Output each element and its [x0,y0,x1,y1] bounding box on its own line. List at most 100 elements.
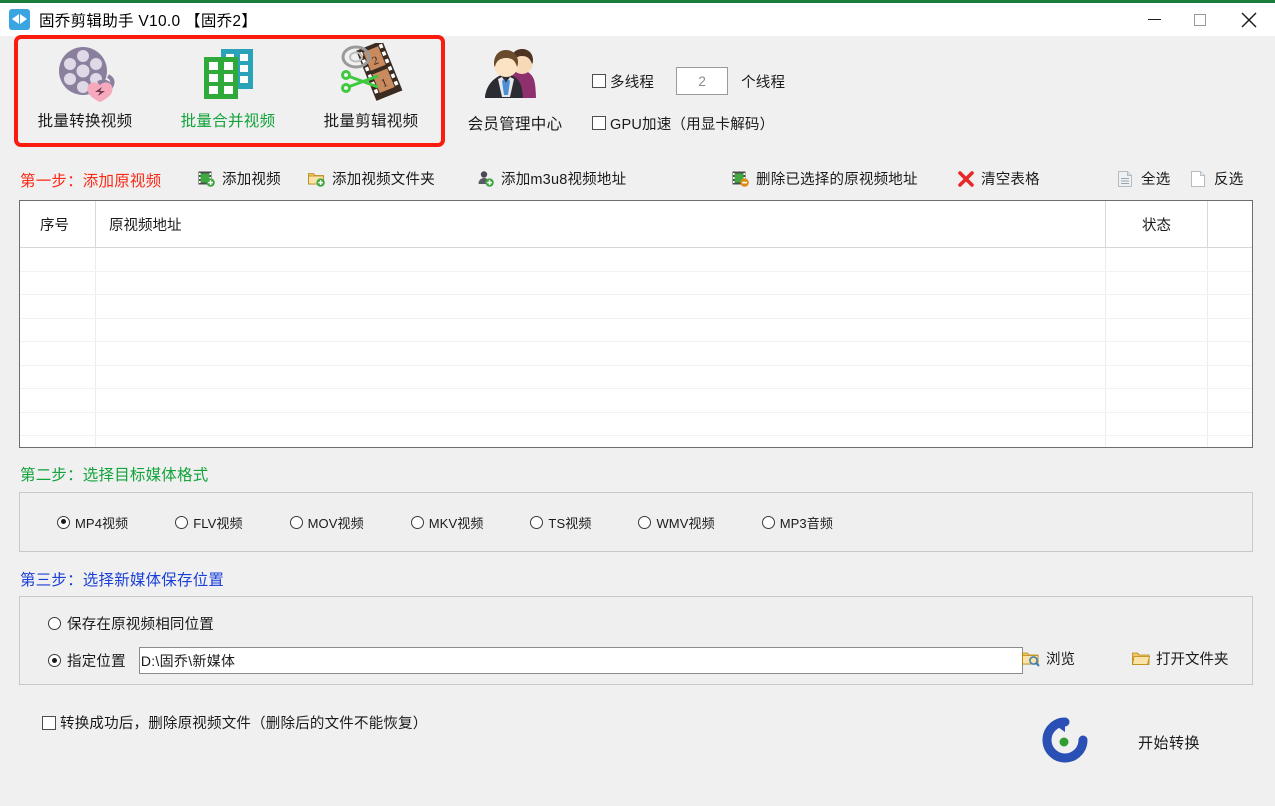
browse-button[interactable]: 浏览 [1022,648,1075,669]
add-video-button[interactable]: 添加视频 [198,168,281,189]
merge-clips-icon [168,41,288,103]
table-row[interactable] [20,412,1252,436]
format-radio[interactable] [761,515,775,529]
table-row[interactable] [20,295,1252,319]
start-conversion-button[interactable]: 开始转换 [1040,715,1200,770]
table-row[interactable] [20,365,1252,389]
table-cell [1208,413,1251,436]
table-header-index: 序号 [20,201,96,247]
clear-table-icon [957,170,974,187]
table-cell [1208,389,1251,412]
open-folder-button[interactable]: 打开文件夹 [1132,648,1229,669]
table-cell [96,436,1106,447]
save-location-group-box: 保存在原视频相同位置 指定位置 D:\固乔\新媒体 [19,596,1253,685]
step2-label: 第二步：选择目标媒体格式 [20,467,209,484]
toolbar-button-batch-convert[interactable]: 批量转换视频 [25,41,145,131]
close-button[interactable] [1223,3,1275,36]
delete-source-checkbox[interactable] [42,715,56,730]
toolbar-button-label: 批量合并视频 [180,113,276,130]
format-radio[interactable] [57,515,70,529]
table-cell [1106,318,1208,341]
table-cell [1208,319,1251,342]
format-option-FLV视频[interactable]: FLV视频 [175,513,243,532]
table-cell [96,248,1106,271]
add-folder-button[interactable]: 添加视频文件夹 [308,168,435,189]
format-option-MOV视频[interactable]: MOV视频 [289,513,364,532]
table-cell [1106,436,1208,447]
table-row[interactable] [20,436,1252,447]
format-option-TS视频[interactable]: TS视频 [530,513,591,532]
invert-selection-button[interactable]: 反选 [1190,168,1243,189]
main-toolbar: 批量转换视频 批量合并视频 2 1 批量剪辑视频 会员管理中心 多线程 2 个线… [0,35,1275,154]
table-cell [20,436,96,447]
toolbar-button-member-center[interactable]: 会员管理中心 [455,44,575,134]
clear-table-button[interactable]: 清空表格 [957,168,1040,189]
app-icon [9,9,30,30]
table-body [20,248,1252,447]
remove-selected-button[interactable]: 删除已选择的原视频地址 [732,168,918,189]
toolbar-button-label: 会员管理中心 [467,116,563,133]
video-list-table[interactable]: 序号 原视频地址 状态 [19,200,1253,448]
gpu-acceleration-label: GPU加速（用显卡解码） [610,116,775,133]
table-cell [20,248,96,271]
invert-selection-icon [1190,170,1207,187]
table-cell [1208,342,1251,365]
same-location-radio[interactable] [48,617,61,630]
format-radio[interactable] [289,515,303,529]
format-option-WMV视频[interactable]: WMV视频 [638,513,715,532]
toolbar-button-label: 批量转换视频 [37,113,133,130]
table-cell [1106,389,1208,412]
format-radio-group: MP4视频 FLV视频 MOV视频 MKV视频 TS视频 WMV视频 MP3音频 [20,493,1252,551]
table-cell [1208,295,1251,318]
app-window: 固乔剪辑助手 V10.0 【固乔2】 批量转换视频 批量合并视频 2 1 批量剪… [0,0,1275,806]
format-option-MKV视频[interactable]: MKV视频 [410,513,484,532]
format-radio[interactable] [410,515,424,529]
table-row[interactable] [20,318,1252,342]
add-m3u8-button[interactable]: 添加m3u8视频地址 [477,168,626,189]
table-row[interactable] [20,342,1252,366]
table-row[interactable] [20,389,1252,413]
table-cell [1106,295,1208,318]
same-location-option[interactable]: 保存在原视频相同位置 [20,613,1252,634]
select-all-button[interactable]: 全选 [1117,168,1170,189]
thread-count-input[interactable]: 2 [676,67,729,95]
step1-action-row: 第一步：添加原视频 添加视频 添加视频文件夹 添加m3u8视频地址 删除已选择的… [0,165,1275,193]
select-all-label: 全选 [1141,172,1171,188]
minimize-button[interactable] [1131,3,1177,36]
maximize-button[interactable] [1177,3,1223,36]
open-folder-label: 打开文件夹 [1156,652,1229,668]
table-cell [1208,248,1251,271]
format-radio[interactable] [638,515,652,529]
custom-location-radio[interactable] [48,654,61,667]
table-cell [1106,342,1208,365]
select-all-icon [1117,170,1134,187]
table-cell [96,342,1106,365]
delete-source-option[interactable]: 转换成功后，删除原视频文件（删除后的文件不能恢复） [42,712,428,733]
table-header-row: 序号 原视频地址 状态 [20,201,1252,248]
format-group-box: MP4视频 FLV视频 MOV视频 MKV视频 TS视频 WMV视频 MP3音频 [19,492,1253,552]
table-cell [96,295,1106,318]
toolbar-button-batch-merge[interactable]: 批量合并视频 [168,41,288,131]
format-option-MP4视频[interactable]: MP4视频 [57,513,128,532]
format-radio[interactable] [530,515,544,529]
table-row[interactable] [20,248,1252,272]
add-folder-label: 添加视频文件夹 [332,172,435,188]
gpu-acceleration-checkbox[interactable] [592,116,606,130]
multithread-option-row: 多线程 2 个线程 [592,66,785,96]
save-path-input[interactable]: D:\固乔\新媒体 [138,647,1023,674]
add-folder-icon [308,170,325,187]
format-option-label: TS视频 [548,515,592,531]
toolbar-button-batch-clip[interactable]: 2 1 批量剪辑视频 [311,41,431,131]
thread-unit-label: 个线程 [741,74,786,91]
toolbar-options: 多线程 2 个线程 GPU加速（用显卡解码） [592,66,785,138]
step1-label: 第一步：添加原视频 [20,173,162,190]
multithread-checkbox[interactable] [592,74,606,88]
close-icon [1241,12,1257,27]
browse-folder-icon [1022,650,1040,667]
format-radio[interactable] [175,515,189,529]
table-row[interactable] [20,271,1252,295]
format-option-label: MP4视频 [75,515,129,531]
format-option-MP3音频[interactable]: MP3音频 [761,513,833,532]
table-header-status: 状态 [1106,201,1208,247]
browse-label: 浏览 [1046,652,1075,668]
